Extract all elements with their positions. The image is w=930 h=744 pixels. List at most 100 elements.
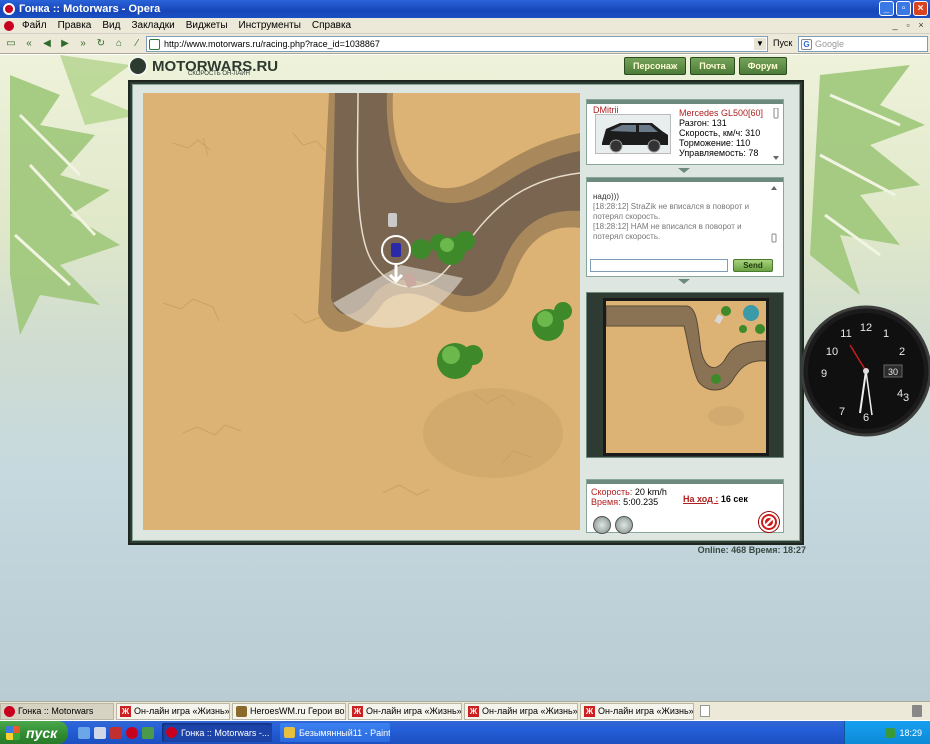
chat-scrollbar[interactable] — [770, 186, 778, 246]
car-name[interactable]: Mercedes GL500[60] — [679, 108, 763, 118]
logo-subtitle: СКОРОСТЬ ОН-ЛАЙН — [188, 71, 250, 77]
turn-value: 16 сек — [720, 494, 748, 504]
ie-icon[interactable] — [78, 726, 90, 739]
task-opera[interactable]: Гонка :: Motorwars -... — [162, 723, 272, 742]
time-value: 5:00.235 — [623, 497, 659, 507]
collapse-arrow-icon[interactable] — [678, 168, 690, 174]
tab-label: HeroesWM.ru Герои вой... — [250, 706, 345, 716]
task-paint[interactable]: Безымянный11 - Paint — [280, 723, 390, 742]
opponent-car-icon — [388, 213, 397, 227]
tab-zhizn-1[interactable]: Ж Он-лайн игра «Жизнь» ... — [116, 702, 230, 720]
nav-forum-button[interactable]: Форум — [738, 57, 787, 75]
home-icon[interactable]: ⌂ — [112, 37, 126, 51]
svg-text:7: 7 — [839, 406, 845, 418]
maximize-button[interactable]: ▫ — [896, 1, 911, 16]
fast-forward-icon[interactable]: » — [76, 37, 90, 51]
svg-text:12: 12 — [860, 322, 872, 334]
track-map[interactable] — [143, 93, 580, 530]
panel-strip — [587, 100, 783, 104]
icq-icon[interactable] — [142, 726, 154, 739]
site-logo[interactable]: MOTORWARS.RU СКОРОСТЬ ОН-ЛАЙН — [128, 55, 278, 77]
hwm-icon — [236, 705, 247, 717]
minimize-button[interactable]: _ — [879, 1, 894, 16]
tab-zhizn-4[interactable]: Ж Он-лайн игра «Жизнь» ... — [580, 702, 694, 720]
desktop-clock-gadget[interactable]: 1223 467 91011 1 30 — [800, 305, 930, 437]
menu-widgets[interactable]: Виджеты — [186, 20, 228, 31]
svg-text:6: 6 — [863, 412, 869, 424]
car-image — [595, 114, 671, 154]
car-panel-scrollbar[interactable] — [773, 108, 779, 160]
wand-icon[interactable]: ⁄ — [130, 37, 144, 51]
nav-mail-button[interactable]: Почта — [690, 57, 735, 75]
car-stats: Mercedes GL500[60] Разгон: 131 Скорость,… — [679, 108, 763, 158]
tab-motorwars[interactable]: Гонка :: Motorwars — [0, 702, 114, 720]
svg-text:2: 2 — [899, 346, 905, 358]
url-field[interactable]: http://www.motorwars.ru/racing.php?race_… — [146, 36, 768, 52]
page-minimize-button[interactable]: _ — [890, 20, 900, 31]
page-window-controls: _ ▫ × — [890, 20, 926, 31]
minimap-track — [606, 305, 766, 426]
menu-view[interactable]: Вид — [102, 20, 120, 31]
menu-file[interactable]: Файл — [22, 20, 47, 31]
minimap[interactable] — [603, 298, 769, 456]
speed-time-block: Скорость: 20 km/h Время: 5:00.235 — [591, 487, 667, 507]
url-dropdown-icon[interactable]: ▼ — [754, 38, 766, 50]
address-toolbar: ▭ « ◀ ▶ » ↻ ⌂ ⁄ http://www.motorwars.ru/… — [0, 34, 930, 54]
opera-menu-icon[interactable] — [4, 20, 14, 31]
stop-icon[interactable] — [759, 512, 779, 532]
turn-timer: На ход : 16 сек — [683, 494, 748, 504]
send-button[interactable]: Send — [733, 259, 773, 272]
menu-tools[interactable]: Инструменты — [239, 20, 301, 31]
chat-panel: надо))) [18:28:12] StraZik не вписался в… — [586, 177, 784, 277]
time-label: Время: — [591, 497, 621, 507]
panel-strip — [587, 178, 783, 182]
tab-zhizn-2[interactable]: Ж Он-лайн игра «Жизнь» ... — [348, 702, 462, 720]
collapse-arrow-icon-2[interactable] — [678, 279, 690, 285]
trash-icon[interactable] — [912, 705, 922, 717]
nitro-button[interactable] — [593, 516, 611, 534]
opera-quick-icon[interactable] — [126, 726, 138, 739]
tab-zhizn-3[interactable]: Ж Он-лайн игра «Жизнь» ... — [464, 702, 578, 720]
speed-label: Скорость: — [591, 487, 633, 497]
svg-text:1: 1 — [883, 328, 889, 340]
quick-launch — [78, 726, 154, 739]
nav-character-button[interactable]: Персонаж — [624, 57, 687, 75]
back-icon[interactable]: ◀ — [40, 37, 54, 51]
chat-input[interactable] — [590, 259, 728, 272]
forward-icon[interactable]: ▶ — [58, 37, 72, 51]
new-page-icon[interactable]: ▭ — [4, 37, 18, 51]
svg-text:4: 4 — [897, 388, 903, 400]
menu-edit[interactable]: Правка — [58, 20, 92, 31]
logo-wheel-icon — [128, 56, 148, 76]
close-button[interactable]: × — [913, 1, 928, 16]
reload-icon[interactable]: ↻ — [94, 37, 108, 51]
desktop-icon[interactable] — [94, 726, 106, 739]
chat-line: надо))) — [593, 192, 619, 201]
tab-heroeswm[interactable]: HeroesWM.ru Герои вой... — [232, 702, 346, 720]
race-track[interactable] — [143, 93, 580, 530]
tab-label: Он-лайн игра «Жизнь» ... — [366, 706, 462, 716]
menu-help[interactable]: Справка — [312, 20, 351, 31]
windows-taskbar: пуск Гонка :: Motorwars -... Безымянный1… — [0, 721, 930, 744]
network-icon[interactable] — [885, 727, 896, 738]
horn-button[interactable] — [615, 516, 633, 534]
title-bar: Гонка :: Motorwars - Opera _ ▫ × — [0, 0, 930, 18]
menu-bookmarks[interactable]: Закладки — [131, 20, 174, 31]
page-close-button[interactable]: × — [916, 20, 926, 31]
media-icon[interactable] — [110, 726, 122, 739]
race-status-panel: Скорость: 20 km/h Время: 5:00.235 На ход… — [586, 479, 784, 534]
search-placeholder: Google — [815, 39, 845, 49]
player-car-icon — [391, 243, 401, 257]
search-field[interactable]: G Google — [798, 36, 928, 52]
chat-line: [18:28:12] StraZik не вписался в поворот… — [593, 202, 750, 221]
chat-log: надо))) [18:28:12] StraZik не вписался в… — [593, 192, 769, 242]
page-restore-button[interactable]: ▫ — [903, 20, 913, 31]
opera-icon — [3, 3, 15, 15]
go-button[interactable]: Пуск — [773, 38, 792, 48]
menu-bar: Файл Правка Вид Закладки Виджеты Инструм… — [0, 18, 930, 34]
online-status: Online: 468 Время: 18:27 — [697, 545, 806, 555]
rewind-icon[interactable]: « — [22, 37, 36, 51]
new-tab-icon[interactable] — [700, 705, 710, 717]
start-button[interactable]: пуск — [0, 721, 68, 744]
tray-clock[interactable]: 18:29 — [899, 728, 922, 738]
